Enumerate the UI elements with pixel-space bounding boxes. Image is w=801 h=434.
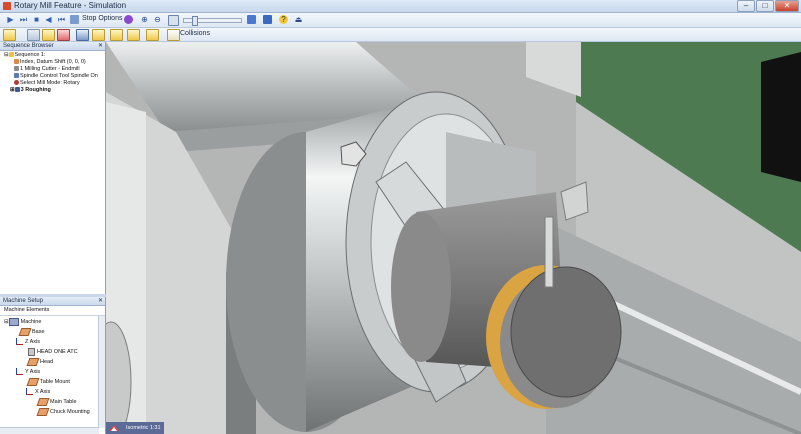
show-tool-icon[interactable] xyxy=(3,29,16,41)
part-icon xyxy=(36,397,50,406)
machine-scene xyxy=(106,42,801,434)
show-holder-icon[interactable] xyxy=(42,29,55,41)
tree-item-mill-mode[interactable]: Select Mill Mode: Rotary xyxy=(4,80,105,87)
tool-icon xyxy=(28,347,35,356)
machine-setup-panel: Machine Setup ✕ Machine Elements ⊟ Machine… xyxy=(0,297,106,434)
help-icon[interactable]: ? xyxy=(279,15,288,24)
save-icon[interactable] xyxy=(263,15,272,24)
show-fixture-icon[interactable] xyxy=(57,29,70,41)
axis-icon xyxy=(26,388,33,396)
show-toolpath-icon[interactable] xyxy=(27,29,40,41)
show-part-icon[interactable] xyxy=(110,29,123,41)
tree-item-base[interactable]: Base xyxy=(4,327,105,337)
window-title: Rotary Mill Feature - Simulation xyxy=(14,1,127,10)
tree-item-head[interactable]: Head xyxy=(4,357,105,367)
stop-options-icon[interactable] xyxy=(70,15,79,24)
title-bar: Rotary Mill Feature - Simulation – □ ✕ xyxy=(0,0,801,13)
machine-setup-horizontal-scrollbar[interactable] xyxy=(0,427,99,434)
section-view-icon[interactable] xyxy=(146,29,159,41)
speed-slider-thumb[interactable] xyxy=(192,16,198,26)
machine-setup-vertical-scrollbar[interactable] xyxy=(98,316,105,428)
rewind-icon[interactable]: ◀ xyxy=(44,15,53,24)
tree-item-roughing[interactable]: ⊞ 3 Roughing xyxy=(4,87,105,94)
part-icon xyxy=(18,327,32,336)
record-icon[interactable] xyxy=(124,15,133,24)
axis-icon xyxy=(16,368,23,376)
play-icon[interactable]: ▶ xyxy=(6,15,15,24)
tree-item-y-axis[interactable]: Y Axis xyxy=(4,367,105,377)
step-forward-icon[interactable]: ⏭ xyxy=(19,15,28,24)
collisions-dropdown[interactable]: Collisions xyxy=(180,30,210,37)
sequence-icon xyxy=(8,52,14,58)
sequence-browser-title: Sequence Browser ✕ xyxy=(0,42,105,51)
stop-options-dropdown[interactable]: Stop Options xyxy=(82,15,122,22)
roughing-icon xyxy=(14,87,20,93)
speed-slider[interactable] xyxy=(183,16,242,26)
show-machine-icon[interactable] xyxy=(76,29,89,41)
tree-item-x-axis[interactable]: X Axis xyxy=(4,387,105,397)
machine-icon xyxy=(8,317,19,326)
expand-icon[interactable]: ⊞ xyxy=(10,87,15,93)
close-icon[interactable]: ✕ xyxy=(98,42,103,50)
index-icon xyxy=(14,59,19,65)
close-button[interactable]: ✕ xyxy=(775,0,799,12)
part-icon xyxy=(26,357,40,366)
tree-item-table-mount[interactable]: Table Mount xyxy=(4,377,105,387)
part-icon xyxy=(26,377,40,386)
tree-item-sequence[interactable]: ⊟ Sequence 1: xyxy=(4,52,105,59)
maximize-button[interactable]: □ xyxy=(756,0,774,12)
app-icon xyxy=(3,2,11,10)
tree-item-spindle[interactable]: Spindle Control Tool Spindle On xyxy=(4,73,105,80)
sequence-browser-panel: Sequence Browser ✕ ⊟ Sequence 1: Index, Da… xyxy=(0,42,106,294)
machine-elements-header: Machine Elements xyxy=(0,306,105,316)
machine-setup-title: Machine Setup ✕ xyxy=(0,297,105,306)
tree-item-cutter[interactable]: 1 Milling Cutter - Endmill xyxy=(4,66,105,73)
eject-icon[interactable]: ⏏ xyxy=(294,15,303,24)
speed-icon[interactable] xyxy=(168,15,179,26)
step-back-icon[interactable]: ⏮ xyxy=(57,15,66,24)
spindle-icon xyxy=(14,73,19,79)
minimize-button[interactable]: – xyxy=(737,0,755,12)
tree-item-z-axis[interactable]: Z Axis xyxy=(4,337,105,347)
close-icon[interactable]: ✕ xyxy=(98,297,103,305)
settings-icon[interactable] xyxy=(247,15,256,24)
tree-item-machine[interactable]: ⊟ Machine xyxy=(4,317,105,327)
cutter-icon xyxy=(14,66,19,72)
collisions-icon[interactable] xyxy=(167,29,180,41)
view-cube-icon[interactable] xyxy=(108,424,120,432)
tree-item-head-one-atc[interactable]: HEAD ONE ATC xyxy=(4,347,105,357)
playback-toolbar: ▶ ⏭ ■ ◀ ⏮ Stop Options ⊕ ⊖ ? ⏏ xyxy=(0,13,801,28)
tree-item-chuck-mounting[interactable]: Chuck Mounting xyxy=(4,407,105,417)
tree-item-main-table[interactable]: Main Table xyxy=(4,397,105,407)
tree-item-index[interactable]: Index, Datum Shift (0, 0, 0) xyxy=(4,59,105,66)
show-stock-icon[interactable] xyxy=(92,29,105,41)
display-toolbar: Collisions xyxy=(0,28,801,42)
cutting-tool xyxy=(544,216,554,288)
part-icon xyxy=(36,407,50,416)
axis-icon xyxy=(16,338,23,346)
stop-icon[interactable]: ■ xyxy=(32,15,41,24)
expand-icon[interactable]: ⊟ xyxy=(4,52,9,58)
transparency-icon[interactable] xyxy=(127,29,140,41)
simulation-viewport[interactable] xyxy=(106,42,801,434)
zoom-out-icon[interactable]: ⊖ xyxy=(153,15,162,24)
mill-mode-icon xyxy=(14,80,19,86)
zoom-in-icon[interactable]: ⊕ xyxy=(140,15,149,24)
